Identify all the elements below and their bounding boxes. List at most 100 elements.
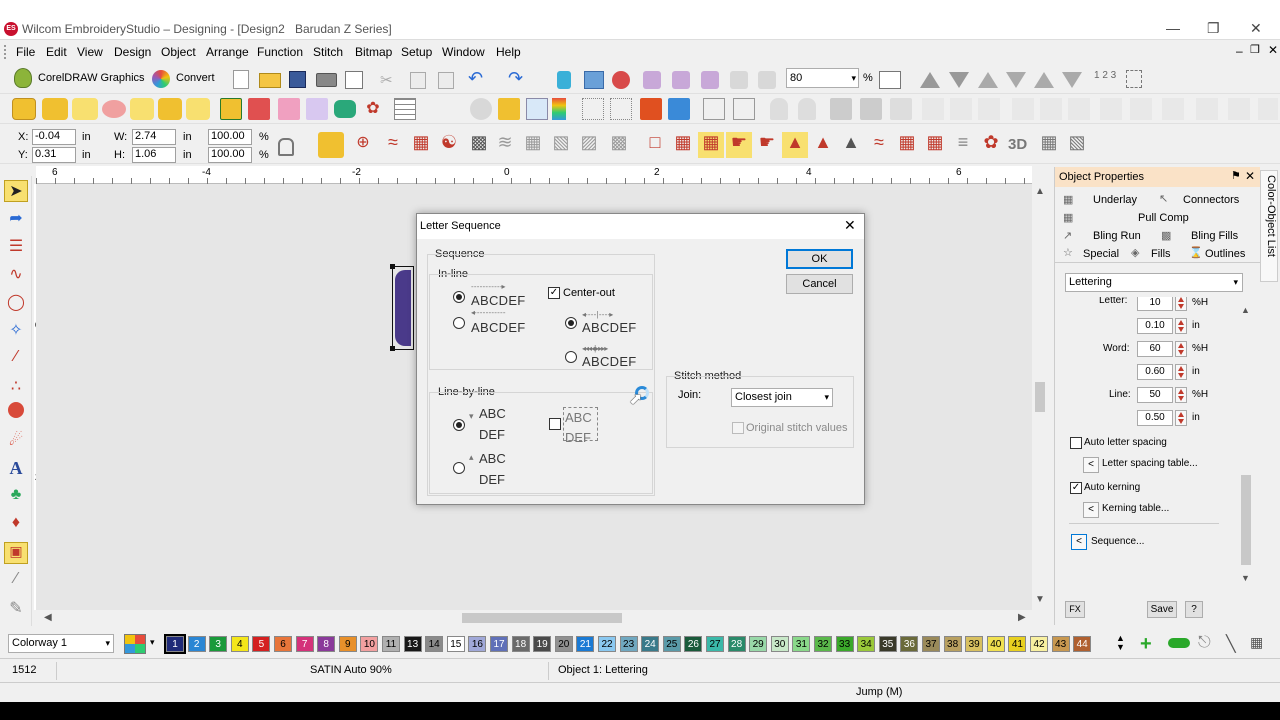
flexi-icon[interactable]: ▧ <box>548 132 574 158</box>
y-field[interactable]: 0.31 <box>32 147 76 163</box>
doc-minimize-icon[interactable]: – <box>1236 44 1243 58</box>
line-forward-radio[interactable] <box>453 419 465 431</box>
kerning-table-label[interactable]: Kerning table... <box>1102 503 1169 514</box>
copy-icon[interactable] <box>410 72 426 89</box>
contour-icon[interactable]: ☯ <box>436 132 462 158</box>
restore-icon[interactable]: ❐ <box>1207 20 1220 37</box>
letter-spacing-table-button[interactable]: < <box>1083 457 1099 473</box>
selection-handle[interactable] <box>390 346 395 351</box>
scale-x-field[interactable]: 100.00 <box>208 129 252 145</box>
word-pct-field[interactable]: 60 <box>1137 341 1173 357</box>
tab-fills[interactable]: Fills <box>1151 248 1171 260</box>
color-swatch[interactable]: 23 <box>619 636 638 652</box>
tab-underlay[interactable]: Underlay <box>1093 194 1137 206</box>
fork-icon[interactable] <box>158 98 182 120</box>
badge-icon[interactable] <box>334 100 356 118</box>
color-swatch[interactable]: 34 <box>857 636 876 652</box>
sculpt-icon[interactable]: ▩ <box>606 132 632 158</box>
scroll-right-icon[interactable]: ▶ <box>1018 612 1026 623</box>
paste-icon[interactable] <box>438 72 454 89</box>
menu-view[interactable]: View <box>77 45 103 59</box>
effect-6-icon[interactable]: ▲ <box>782 132 808 158</box>
panel-scrollbar[interactable]: ▲ ▼ <box>1239 297 1253 587</box>
align-left-icon[interactable] <box>922 98 944 120</box>
color-swatch[interactable]: 19 <box>533 636 552 652</box>
shape-red-icon[interactable] <box>12 98 36 120</box>
align-top-icon[interactable] <box>920 72 940 88</box>
effect-12-icon[interactable]: ≡ <box>950 132 976 158</box>
color-swatch[interactable]: 5 <box>252 636 271 652</box>
close-icon[interactable]: ✕ <box>1250 20 1262 37</box>
ungroup-icon[interactable] <box>860 98 882 120</box>
tab-outlines[interactable]: Outlines <box>1205 248 1245 260</box>
menu-bitmap[interactable]: Bitmap <box>355 45 392 59</box>
scroll-thumb[interactable] <box>1241 475 1251 565</box>
horizontal-scrollbar[interactable]: ◀ ▶ <box>40 610 1030 626</box>
scroll-down-icon[interactable]: ▼ <box>1241 573 1250 583</box>
applique-icon[interactable] <box>278 98 300 120</box>
menu-file[interactable]: File <box>16 45 35 59</box>
color-swatch[interactable]: 28 <box>727 636 746 652</box>
scale-y-field[interactable]: 100.00 <box>208 147 252 163</box>
distribute-v-icon[interactable] <box>1130 98 1152 120</box>
transform-tool-icon[interactable]: ✧ <box>4 320 28 342</box>
unlock-icon[interactable] <box>798 98 816 120</box>
fx-button[interactable]: FX <box>1065 601 1085 618</box>
needle-icon[interactable]: ⎋ <box>1198 634 1216 654</box>
color-swatch[interactable]: 15 <box>446 636 465 652</box>
undo-icon[interactable]: ↶ <box>468 68 483 89</box>
group-icon[interactable] <box>830 98 852 120</box>
menu-function[interactable]: Function <box>257 45 303 59</box>
effect-15-icon[interactable]: ▧ <box>1064 132 1090 158</box>
selection-handle[interactable] <box>390 264 395 269</box>
color-swatch[interactable]: 9 <box>338 636 357 652</box>
color-palette-icon[interactable] <box>124 634 146 654</box>
color-swatch[interactable]: 26 <box>684 636 703 652</box>
color-swatch[interactable]: 39 <box>965 636 984 652</box>
color-swatch[interactable]: 24 <box>641 636 660 652</box>
gear-icon[interactable] <box>470 98 492 120</box>
combine-icon[interactable] <box>890 98 912 120</box>
ok-button[interactable]: OK <box>786 249 853 269</box>
convert-icon[interactable] <box>152 70 170 88</box>
kerning-table-button[interactable]: < <box>1083 502 1099 518</box>
proportional-lock-icon[interactable] <box>278 138 294 156</box>
cursor-info-icon[interactable] <box>557 71 571 89</box>
tatami-icon[interactable]: ⊕ <box>350 132 376 158</box>
shapes-icon[interactable] <box>248 98 270 120</box>
space-v2-icon[interactable] <box>1196 98 1218 120</box>
sequence-numbers-icon[interactable]: 1 2 3 <box>1094 70 1116 81</box>
doc-restore-icon[interactable]: ❐ <box>1250 43 1260 56</box>
w-field[interactable]: 2.74 <box>132 129 176 145</box>
color-swatch[interactable]: 8 <box>317 636 336 652</box>
save-disk-icon[interactable] <box>289 71 306 88</box>
sequence-label[interactable]: Sequence... <box>1091 536 1144 547</box>
pen-tool-icon[interactable]: ✎ <box>4 598 28 620</box>
tab-bling-run[interactable]: Bling Run <box>1093 230 1141 242</box>
cancel-button[interactable]: Cancel <box>786 274 853 294</box>
convert-button[interactable]: Convert <box>176 72 215 84</box>
chart-icon[interactable]: ▦ <box>1250 634 1272 654</box>
effect-9-icon[interactable]: ≈ <box>866 132 892 158</box>
color-swatch[interactable]: 43 <box>1051 636 1070 652</box>
fill-icon[interactable] <box>42 98 68 120</box>
align-mid-icon[interactable] <box>978 72 998 88</box>
color-swatch[interactable]: 38 <box>943 636 962 652</box>
hoop-icon-3[interactable] <box>701 71 719 89</box>
color-object-list-side-tab[interactable]: Color-Object List <box>1260 170 1278 282</box>
scroll-up-icon[interactable]: ▲ <box>1035 186 1045 197</box>
x-field[interactable]: -0.04 <box>32 129 76 145</box>
zoom-combo[interactable]: 80 ▾ <box>786 68 859 88</box>
color-swatch[interactable]: 6 <box>274 636 292 652</box>
object-type-combo[interactable]: Lettering ▾ <box>1065 273 1243 292</box>
effect-11-icon[interactable]: ▦ <box>922 132 948 158</box>
vertical-scrollbar[interactable]: ▲ ▼ <box>1032 184 1048 610</box>
sequence-button[interactable]: < <box>1071 534 1087 550</box>
align-center-icon[interactable] <box>950 98 972 120</box>
color-swatch[interactable]: 1 <box>164 634 186 654</box>
word-in-spinner[interactable] <box>1175 364 1187 380</box>
menu-help[interactable]: Help <box>496 45 521 59</box>
space-h-icon[interactable] <box>1162 98 1184 120</box>
names-tool-icon[interactable]: ♣ <box>4 486 28 508</box>
save-button[interactable]: Save <box>1147 601 1177 618</box>
